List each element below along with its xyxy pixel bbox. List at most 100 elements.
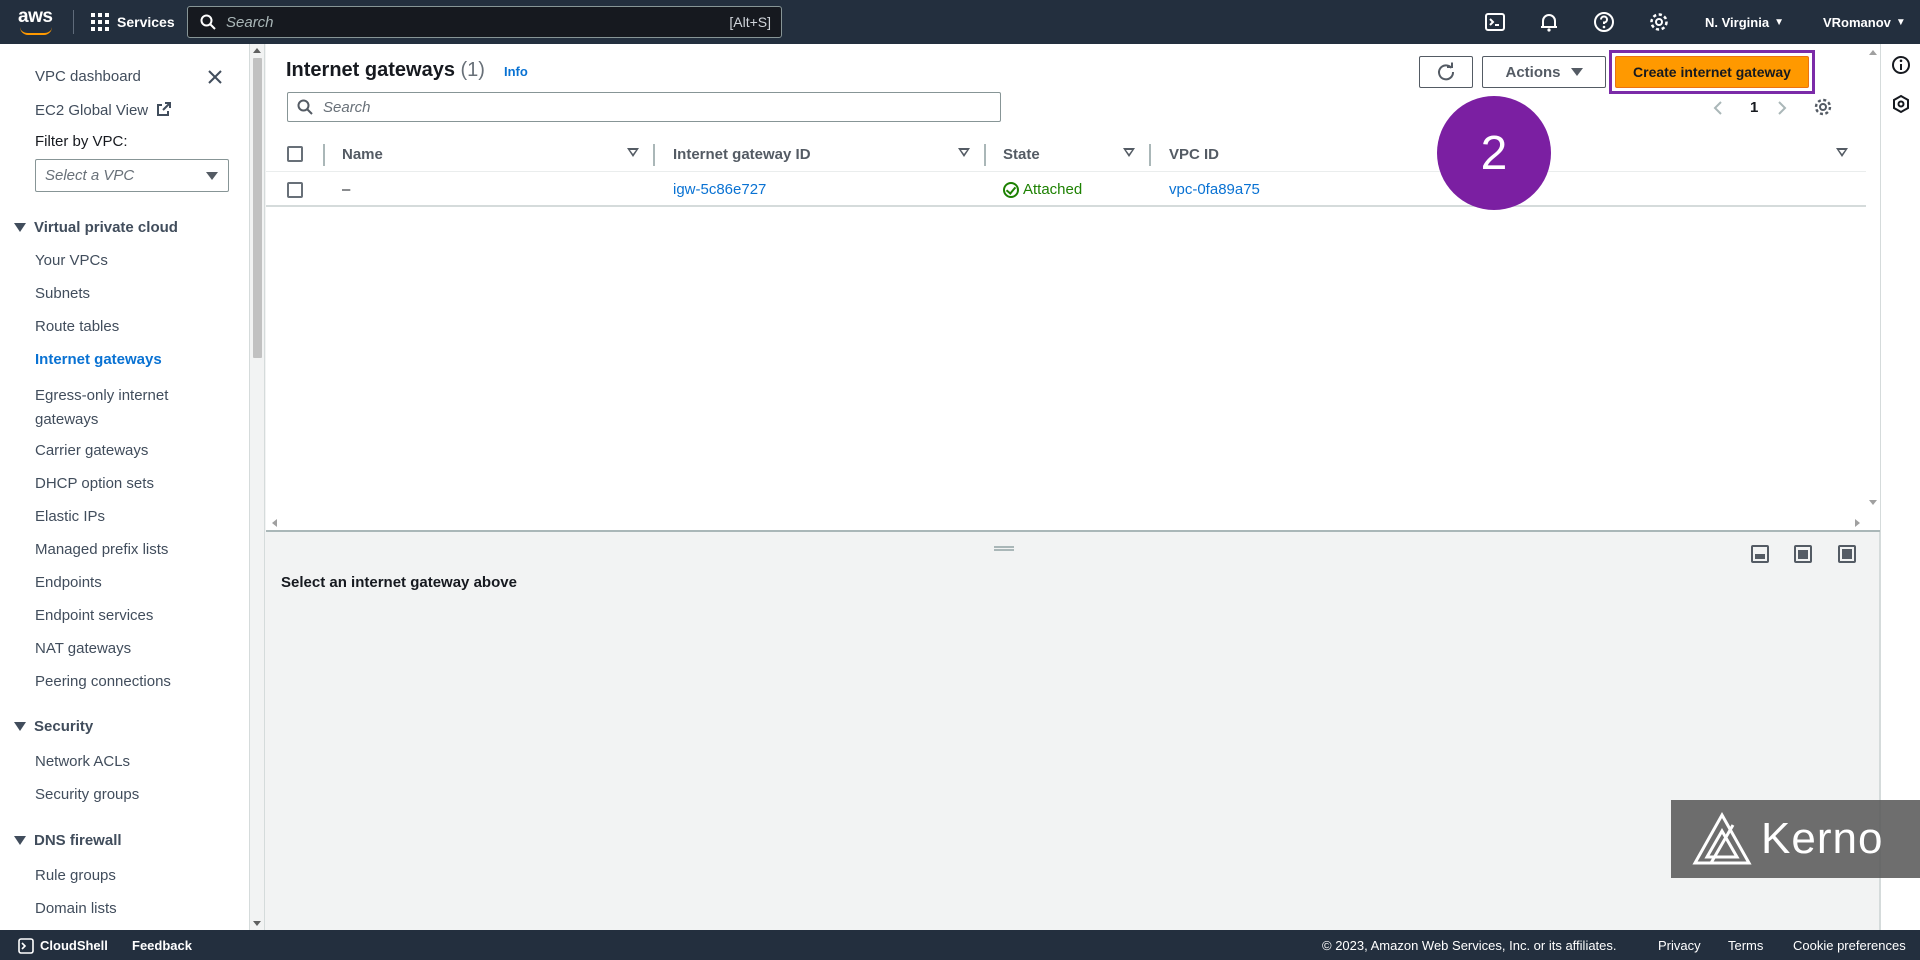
info-link[interactable]: Info bbox=[504, 64, 528, 79]
panel-position-bottom-icon[interactable] bbox=[1751, 545, 1769, 563]
feedback-link[interactable]: Feedback bbox=[132, 938, 192, 953]
sidebar-item-route-tables[interactable]: Route tables bbox=[35, 318, 119, 335]
column-header-internet-gateway-id[interactable]: Internet gateway ID bbox=[673, 136, 811, 172]
split-panel-resize-handle[interactable] bbox=[994, 546, 1014, 551]
cloudshell-link[interactable]: CloudShell bbox=[40, 938, 108, 953]
state-label: Attached bbox=[1023, 181, 1083, 198]
right-tools-rail bbox=[1880, 44, 1920, 930]
sidebar-item-managed-prefix-lists[interactable]: Managed prefix lists bbox=[35, 541, 168, 558]
region-label: N. Virginia bbox=[1705, 14, 1770, 30]
table-horizontal-scrollbar[interactable] bbox=[266, 514, 1880, 532]
table-preferences-gear-icon[interactable] bbox=[1813, 97, 1833, 117]
chevron-right-icon[interactable] bbox=[1776, 100, 1788, 116]
sidebar-item-domain-lists[interactable]: Domain lists bbox=[35, 900, 117, 917]
scroll-down-arrow-icon[interactable] bbox=[1869, 500, 1877, 505]
chevron-left-icon[interactable] bbox=[1712, 100, 1724, 116]
info-panel-icon[interactable] bbox=[1891, 55, 1911, 75]
sort-icon[interactable] bbox=[627, 148, 639, 157]
terms-link[interactable]: Terms bbox=[1728, 938, 1763, 953]
cell-vpc-id-link[interactable]: vpc-0fa89a75 bbox=[1169, 172, 1260, 207]
actions-dropdown-button[interactable]: Actions bbox=[1482, 56, 1606, 88]
sidebar-item-endpoint-services[interactable]: Endpoint services bbox=[35, 607, 153, 624]
sidebar-item-carrier-gateways[interactable]: Carrier gateways bbox=[35, 442, 148, 459]
sidebar-scrollbar[interactable] bbox=[250, 44, 265, 930]
grid-icon bbox=[91, 13, 109, 31]
ec2-global-view-label: EC2 Global View bbox=[35, 102, 149, 119]
sidebar-item-elastic-ips[interactable]: Elastic IPs bbox=[35, 508, 105, 525]
help-icon[interactable] bbox=[1593, 11, 1615, 33]
privacy-link[interactable]: Privacy bbox=[1658, 938, 1701, 953]
sort-icon[interactable] bbox=[1123, 148, 1135, 157]
column-header-name[interactable]: Name bbox=[342, 136, 383, 172]
sort-icon[interactable] bbox=[958, 148, 970, 157]
column-header-state[interactable]: State bbox=[1003, 136, 1040, 172]
sidebar-navigation: VPC dashboard EC2 Global View Filter by … bbox=[0, 44, 250, 930]
scroll-right-arrow-icon[interactable] bbox=[1855, 519, 1860, 527]
aws-logo[interactable]: aws bbox=[18, 6, 58, 36]
create-label: Create internet gateway bbox=[1633, 64, 1791, 80]
external-link-icon bbox=[157, 102, 172, 116]
search-shortcut-hint: [Alt+S] bbox=[729, 14, 771, 30]
sidebar-item-peering-connections[interactable]: Peering connections bbox=[35, 673, 171, 690]
panel-position-side-icon[interactable] bbox=[1794, 545, 1812, 563]
sidebar-item-egress-only-internet-gateways[interactable]: Egress-only internet gateways bbox=[35, 384, 168, 432]
settings-icon[interactable] bbox=[1648, 11, 1670, 33]
global-search-box[interactable]: [Alt+S] bbox=[187, 6, 782, 38]
status-success-icon bbox=[1003, 181, 1019, 198]
column-divider[interactable] bbox=[984, 144, 986, 166]
vpc-filter-placeholder: Select a VPC bbox=[45, 167, 135, 184]
sidebar-item-endpoints[interactable]: Endpoints bbox=[35, 574, 102, 591]
sidebar-scrollbar-thumb[interactable] bbox=[253, 58, 262, 358]
create-internet-gateway-button[interactable]: Create internet gateway bbox=[1615, 56, 1809, 88]
close-icon[interactable] bbox=[204, 66, 226, 88]
column-divider[interactable] bbox=[1149, 144, 1151, 166]
column-header-vpc-id[interactable]: VPC ID bbox=[1169, 136, 1219, 172]
cookie-preferences-link[interactable]: Cookie preferences bbox=[1793, 938, 1906, 953]
section-title: DNS firewall bbox=[34, 832, 122, 849]
scroll-down-arrow-icon[interactable] bbox=[253, 921, 261, 926]
sidebar-item-rule-groups[interactable]: Rule groups bbox=[35, 867, 116, 884]
sidebar-item-dhcp-option-sets[interactable]: DHCP option sets bbox=[35, 475, 154, 492]
resources-hexagon-icon[interactable] bbox=[1891, 94, 1911, 114]
top-navigation-bar: aws Services [Alt+S] N. Virginia ▼ VRoman… bbox=[0, 0, 1920, 44]
scroll-up-arrow-icon[interactable] bbox=[253, 48, 261, 53]
sidebar-item-network-acls[interactable]: Network ACLs bbox=[35, 753, 130, 770]
cloudshell-icon[interactable] bbox=[1484, 11, 1506, 33]
bell-icon[interactable] bbox=[1538, 11, 1560, 33]
section-title: Virtual private cloud bbox=[34, 219, 178, 236]
sidebar-item-your-vpcs[interactable]: Your VPCs bbox=[35, 252, 108, 269]
sidebar-item-internet-gateways[interactable]: Internet gateways bbox=[35, 351, 162, 368]
sidebar-item-ec2-global-view[interactable]: EC2 Global View bbox=[35, 101, 172, 119]
column-divider[interactable] bbox=[653, 144, 655, 166]
refresh-button[interactable] bbox=[1419, 56, 1473, 88]
sort-icon[interactable] bbox=[1836, 148, 1848, 157]
scroll-up-arrow-icon[interactable] bbox=[1869, 50, 1877, 55]
current-page-number[interactable]: 1 bbox=[1750, 99, 1758, 116]
panel-maximize-icon[interactable] bbox=[1838, 545, 1856, 563]
section-security[interactable]: Security bbox=[14, 718, 93, 735]
sidebar-item-vpc-dashboard[interactable]: VPC dashboard bbox=[35, 68, 141, 85]
account-menu[interactable]: VRomanov ▼ bbox=[1823, 0, 1906, 44]
services-menu-button[interactable]: Services bbox=[91, 0, 175, 44]
vpc-filter-select[interactable]: Select a VPC bbox=[35, 159, 229, 192]
section-dns-firewall[interactable]: DNS firewall bbox=[14, 832, 122, 849]
user-name: VRomanov bbox=[1823, 14, 1891, 30]
select-all-checkbox[interactable] bbox=[287, 146, 303, 162]
sidebar-item-security-groups[interactable]: Security groups bbox=[35, 786, 139, 803]
cell-internet-gateway-id-link[interactable]: igw-5c86e727 bbox=[673, 172, 766, 207]
global-search-input[interactable] bbox=[226, 13, 730, 31]
scroll-left-arrow-icon[interactable] bbox=[272, 519, 277, 527]
region-selector[interactable]: N. Virginia ▼ bbox=[1705, 0, 1784, 44]
row-select-checkbox[interactable] bbox=[287, 182, 303, 198]
filter-by-vpc-label: Filter by VPC: bbox=[35, 133, 128, 150]
search-icon bbox=[200, 14, 216, 30]
table-vertical-scrollbar[interactable] bbox=[1866, 44, 1880, 514]
table-search-input[interactable] bbox=[323, 98, 1000, 116]
page-title-text: Internet gateways bbox=[286, 59, 455, 81]
section-virtual-private-cloud[interactable]: Virtual private cloud bbox=[14, 219, 178, 236]
sidebar-item-nat-gateways[interactable]: NAT gateways bbox=[35, 640, 131, 657]
column-divider[interactable] bbox=[323, 144, 325, 166]
table-row[interactable]: – igw-5c86e727 Attached vpc-0fa89a75 0 bbox=[266, 172, 1866, 207]
table-search-box[interactable] bbox=[287, 92, 1001, 122]
sidebar-item-subnets[interactable]: Subnets bbox=[35, 285, 90, 302]
